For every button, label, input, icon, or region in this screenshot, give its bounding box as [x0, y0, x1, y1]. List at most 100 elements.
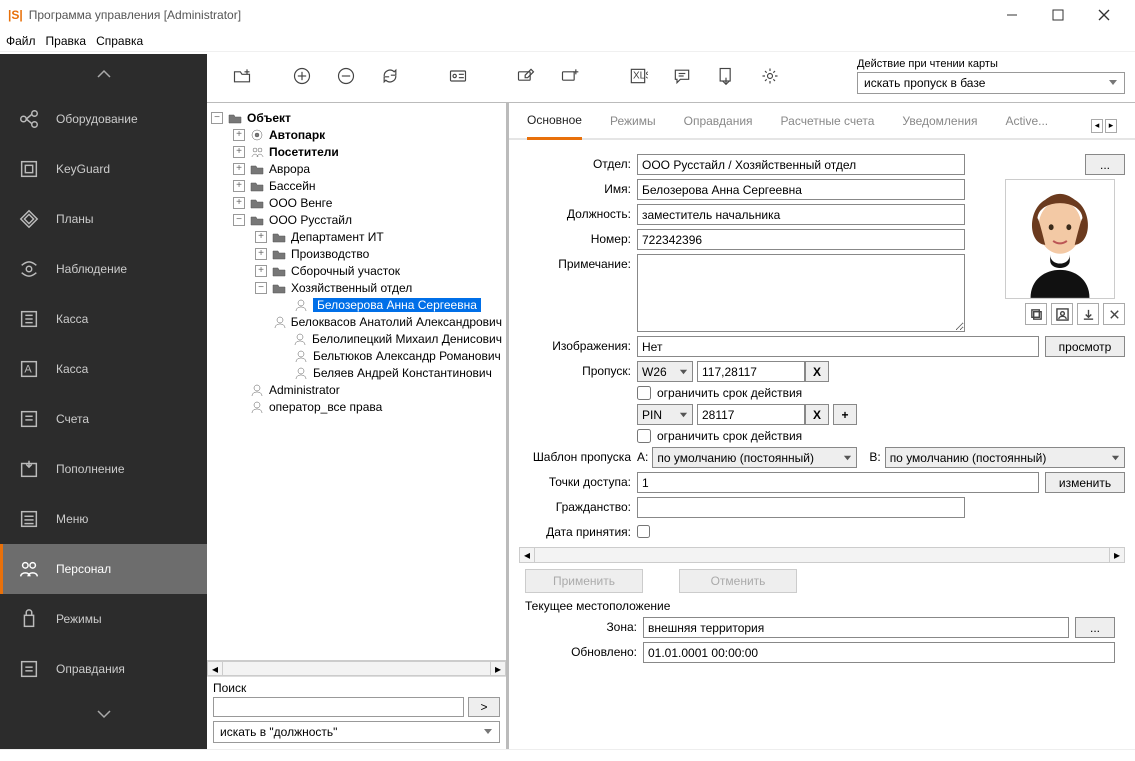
number-field[interactable] — [637, 229, 965, 250]
tree-node[interactable]: +Бассейн — [211, 177, 502, 194]
refresh-icon[interactable] — [371, 59, 409, 93]
dept-field[interactable] — [637, 154, 965, 175]
apply-button[interactable]: Применить — [525, 569, 643, 593]
pass-format-dropdown[interactable]: W26 — [637, 361, 693, 382]
tree-node[interactable]: +Департамент ИТ — [211, 228, 502, 245]
tree-person[interactable]: Белолипецкий Михаил Денисович — [211, 330, 502, 347]
nav-bills[interactable]: Счета — [0, 394, 207, 444]
nav-plans[interactable]: Планы — [0, 194, 207, 244]
edit-card-icon[interactable] — [507, 59, 545, 93]
updated-field[interactable] — [643, 642, 1115, 663]
tab-active[interactable]: Active... — [1005, 114, 1048, 138]
photo-delete-button[interactable] — [1103, 303, 1125, 325]
tree-node[interactable]: +Аврора — [211, 160, 502, 177]
hire-date-checkbox[interactable] — [637, 525, 650, 538]
settings-icon[interactable] — [751, 59, 789, 93]
notes-field[interactable] — [637, 254, 965, 332]
zone-browse-button[interactable]: ... — [1075, 617, 1115, 638]
nav-cashbox-2[interactable]: A Касса — [0, 344, 207, 394]
access-points-field[interactable] — [637, 472, 1039, 493]
card-icon[interactable] — [439, 59, 477, 93]
tree-person[interactable]: Беляев Андрей Константинович — [211, 364, 502, 381]
export-icon[interactable] — [707, 59, 745, 93]
new-folder-icon[interactable] — [223, 59, 261, 93]
minimize-button[interactable] — [989, 0, 1035, 30]
tree-node[interactable]: +Сборочный участок — [211, 262, 502, 279]
tab-modes[interactable]: Режимы — [610, 114, 656, 138]
dept-browse-button[interactable]: ... — [1085, 154, 1125, 175]
search-go-button[interactable]: > — [468, 697, 500, 717]
nav-refill[interactable]: Пополнение — [0, 444, 207, 494]
nav-cashbox-1[interactable]: Касса — [0, 294, 207, 344]
access-points-change-button[interactable]: изменить — [1045, 472, 1125, 493]
tree-person[interactable]: оператор_все права — [211, 398, 502, 415]
tree-node-root[interactable]: −Объект — [211, 109, 502, 126]
tree-person[interactable]: Administrator — [211, 381, 502, 398]
form-hscrollbar[interactable]: ◂ ▸ — [519, 547, 1125, 563]
search-input[interactable] — [213, 697, 464, 717]
images-field[interactable] — [637, 336, 1039, 357]
pin-format-dropdown[interactable]: PIN — [637, 404, 693, 425]
tab-main[interactable]: Основное — [527, 113, 582, 140]
search-field-dropdown[interactable]: искать в "должность" — [213, 721, 500, 743]
tab-accounts[interactable]: Расчетные счета — [781, 114, 875, 138]
pin-limit-checkbox[interactable]: ограничить срок действия — [637, 429, 802, 443]
nav-keyguard[interactable]: KeyGuard — [0, 144, 207, 194]
export-xls-icon[interactable]: XLS — [619, 59, 657, 93]
tree-hscrollbar[interactable]: ◂ ▸ — [207, 660, 506, 676]
nav-label: Оправдания — [56, 662, 125, 676]
cancel-button[interactable]: Отменить — [679, 569, 797, 593]
tree-node[interactable]: +Посетители — [211, 143, 502, 160]
menu-edit[interactable]: Правка — [46, 34, 87, 48]
photo-person-button[interactable] — [1051, 303, 1073, 325]
maximize-button[interactable] — [1035, 0, 1081, 30]
scroll-left-icon[interactable]: ◂ — [519, 547, 535, 563]
nav-surveillance[interactable]: Наблюдение — [0, 244, 207, 294]
citizenship-field[interactable] — [637, 497, 965, 518]
card-action-dropdown[interactable]: искать пропуск в базе — [857, 72, 1125, 94]
pin-clear-button[interactable]: X — [805, 404, 829, 425]
scroll-right-icon[interactable]: ▸ — [490, 661, 506, 676]
nav-modes[interactable]: Режимы — [0, 594, 207, 644]
tree-node[interactable]: +ООО Венге — [211, 194, 502, 211]
tree-person[interactable]: Белоквасов Анатолий Александрович — [211, 313, 502, 330]
zone-field[interactable] — [643, 617, 1069, 638]
nav-scroll-down[interactable] — [0, 694, 207, 734]
photo-copy-button[interactable] — [1025, 303, 1047, 325]
pass-clear-button[interactable]: X — [805, 361, 829, 382]
nav-personnel[interactable]: Персонал — [0, 544, 207, 594]
pass-limit-checkbox[interactable]: ограничить срок действия — [637, 386, 802, 400]
template-b-dropdown[interactable]: по умолчанию (постоянный) — [885, 447, 1125, 468]
images-view-button[interactable]: просмотр — [1045, 336, 1125, 357]
scroll-left-icon[interactable]: ◂ — [207, 661, 223, 676]
remove-icon[interactable] — [327, 59, 365, 93]
scroll-right-icon[interactable]: ▸ — [1109, 547, 1125, 563]
nav-scroll-up[interactable] — [0, 54, 207, 94]
photo-download-button[interactable] — [1077, 303, 1099, 325]
add-icon[interactable] — [283, 59, 321, 93]
add-card-icon[interactable] — [551, 59, 589, 93]
tab-excuses[interactable]: Оправдания — [684, 114, 753, 138]
tabs-scroll-right[interactable]: ▸ — [1105, 119, 1117, 133]
pin-add-button[interactable]: + — [833, 404, 857, 425]
tree-person[interactable]: Белозерова Анна Сергеевна — [211, 296, 502, 313]
comment-icon[interactable] — [663, 59, 701, 93]
position-field[interactable] — [637, 204, 965, 225]
tree-node[interactable]: −ООО Русстайл — [211, 211, 502, 228]
nav-excuses[interactable]: Оправдания — [0, 644, 207, 694]
template-a-dropdown[interactable]: по умолчанию (постоянный) — [652, 447, 857, 468]
tab-notifications[interactable]: Уведомления — [902, 114, 977, 138]
pin-value-field[interactable] — [697, 404, 805, 425]
nav-menu[interactable]: Меню — [0, 494, 207, 544]
tabs-scroll-left[interactable]: ◂ — [1091, 119, 1103, 133]
tree-node[interactable]: +Автопарк — [211, 126, 502, 143]
name-field[interactable] — [637, 179, 965, 200]
close-button[interactable] — [1081, 0, 1127, 30]
pass-value-field[interactable] — [697, 361, 805, 382]
tree-person[interactable]: Бельтюков Александр Романович — [211, 347, 502, 364]
menu-file[interactable]: Файл — [6, 34, 36, 48]
menu-help[interactable]: Справка — [96, 34, 143, 48]
tree-node[interactable]: −Хозяйственный отдел — [211, 279, 502, 296]
nav-equipment[interactable]: Оборудование — [0, 94, 207, 144]
tree-node[interactable]: +Производство — [211, 245, 502, 262]
